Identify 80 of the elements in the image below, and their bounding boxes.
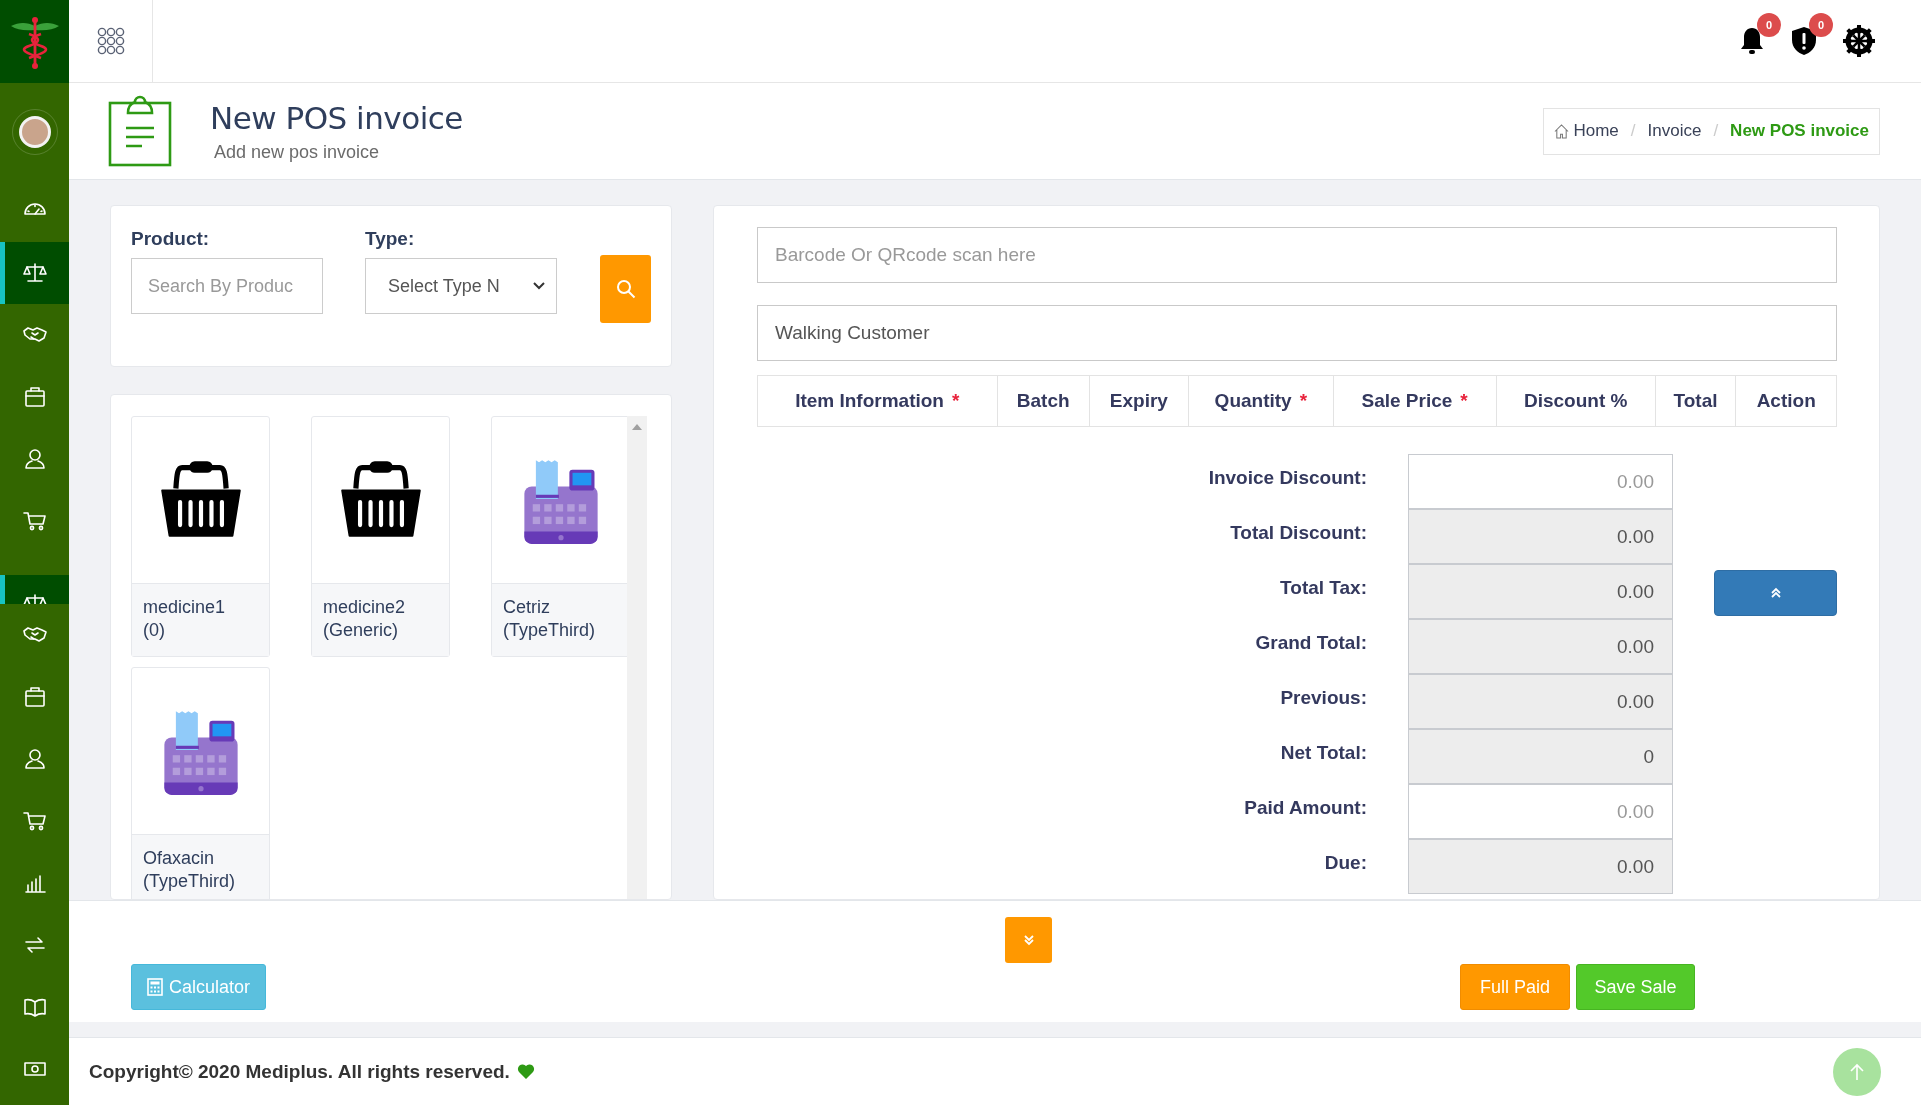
product-card[interactable]: medicine1 (0) — [131, 416, 270, 657]
total-label: Due: — [1323, 851, 1367, 875]
product-type: (0) — [143, 619, 166, 642]
avatar[interactable] — [18, 115, 51, 148]
copyright-text: Copyright© 2020 Mediplus. All rights reserved. — [89, 1060, 510, 1083]
product-name: medicine2 — [323, 596, 407, 619]
cart-icon — [22, 509, 47, 533]
breadcrumb-separator: / — [1630, 121, 1636, 141]
total-label: Total Tax: — [1279, 576, 1367, 600]
field-label: Type: — [365, 228, 416, 250]
arrow-up-icon — [1849, 1062, 1865, 1081]
total-label: Grand Total: — [1254, 631, 1367, 655]
double-chevron-down-icon — [1022, 934, 1035, 946]
amount-field[interactable]: 0.00 — [1408, 674, 1673, 729]
amount-field[interactable]: 0.00 — [1408, 509, 1673, 564]
amount-field[interactable]: 0.00 — [1408, 839, 1673, 894]
total-label: Previous: — [1279, 686, 1367, 710]
required-mark: * — [952, 390, 960, 411]
expand-up-button[interactable] — [1714, 569, 1837, 616]
breadcrumb-link[interactable]: Home — [1573, 121, 1619, 141]
product-card[interactable]: Ofaxacin (TypeThird) — [131, 667, 270, 899]
clipboard-icon — [108, 94, 172, 168]
total-label: Total Discount: — [1229, 521, 1367, 545]
breadcrumb-link[interactable]: Invoice — [1647, 121, 1702, 141]
notification-badge: 0 — [1809, 13, 1833, 37]
shield-alert-icon[interactable] — [1789, 26, 1819, 56]
product-name: Ofaxacin — [143, 847, 216, 870]
sidebar-item[interactable] — [0, 575, 69, 604]
user-icon — [22, 447, 47, 471]
total-label: Invoice Discount: — [1207, 466, 1367, 490]
notification-badge: 0 — [1757, 13, 1781, 37]
settings-icon[interactable] — [1841, 23, 1877, 59]
total-label: Paid Amount: — [1243, 796, 1367, 820]
page-title: New POS invoice — [210, 99, 463, 136]
product-type: (TypeThird) — [503, 619, 597, 642]
customer-field[interactable]: Walking Customer — [757, 305, 1837, 361]
breadcrumb-separator: / — [1713, 121, 1719, 141]
calculator-icon — [147, 978, 163, 996]
sidebar-item[interactable] — [0, 242, 69, 304]
page-subtitle: Add new pos invoice — [214, 141, 381, 163]
field-label: Product: — [131, 228, 211, 250]
column-label: Item Information — [795, 390, 944, 411]
column-label: Discount % — [1523, 390, 1628, 411]
amount-field[interactable]: 0.00 — [1408, 619, 1673, 674]
required-mark: * — [1460, 390, 1468, 411]
product-type: (TypeThird) — [143, 870, 237, 893]
column-label: Quantity — [1214, 390, 1292, 411]
scale-icon — [22, 261, 47, 285]
barcode-field[interactable]: Barcode Or QRcode scan here — [757, 227, 1837, 283]
search-icon — [615, 279, 636, 299]
scrollbar[interactable] — [627, 416, 647, 899]
product-name: medicine1 — [143, 596, 227, 619]
amount-field[interactable]: 0.00 — [1408, 454, 1673, 509]
product-search-field[interactable]: Search By Produc — [131, 258, 323, 314]
column-label: Action — [1756, 390, 1816, 411]
scroll-up-icon — [632, 424, 642, 430]
type-select[interactable]: Select Type N — [365, 258, 557, 314]
total-label: Net Total: — [1279, 741, 1367, 765]
product-name: Cetriz — [503, 596, 551, 619]
product-card[interactable]: Cetriz (TypeThird) — [491, 416, 630, 657]
briefcase-icon — [22, 385, 47, 409]
home-icon — [1554, 123, 1570, 139]
product-card[interactable]: medicine2 (Generic) — [311, 416, 450, 657]
column-label: Sale Price — [1361, 390, 1453, 411]
column-label: Total — [1673, 390, 1718, 411]
amount-field[interactable]: 0.00 — [1408, 784, 1673, 839]
required-mark: * — [1299, 390, 1308, 411]
cart-icon — [22, 809, 47, 833]
chevron-down-icon — [532, 281, 546, 291]
amount-field[interactable]: 0.00 — [1408, 564, 1673, 619]
heart-icon — [516, 1063, 535, 1080]
column-label: Expiry — [1109, 390, 1168, 411]
product-type: (Generic) — [323, 619, 399, 642]
apps-grid-icon[interactable] — [96, 27, 125, 55]
column-label: Batch — [1016, 390, 1070, 411]
amount-field[interactable]: 0 — [1408, 729, 1673, 784]
user-icon — [22, 747, 47, 771]
breadcrumb-link[interactable]: New POS invoice — [1730, 121, 1869, 141]
double-chevron-up-icon — [1769, 586, 1782, 599]
briefcase-icon — [22, 685, 47, 709]
